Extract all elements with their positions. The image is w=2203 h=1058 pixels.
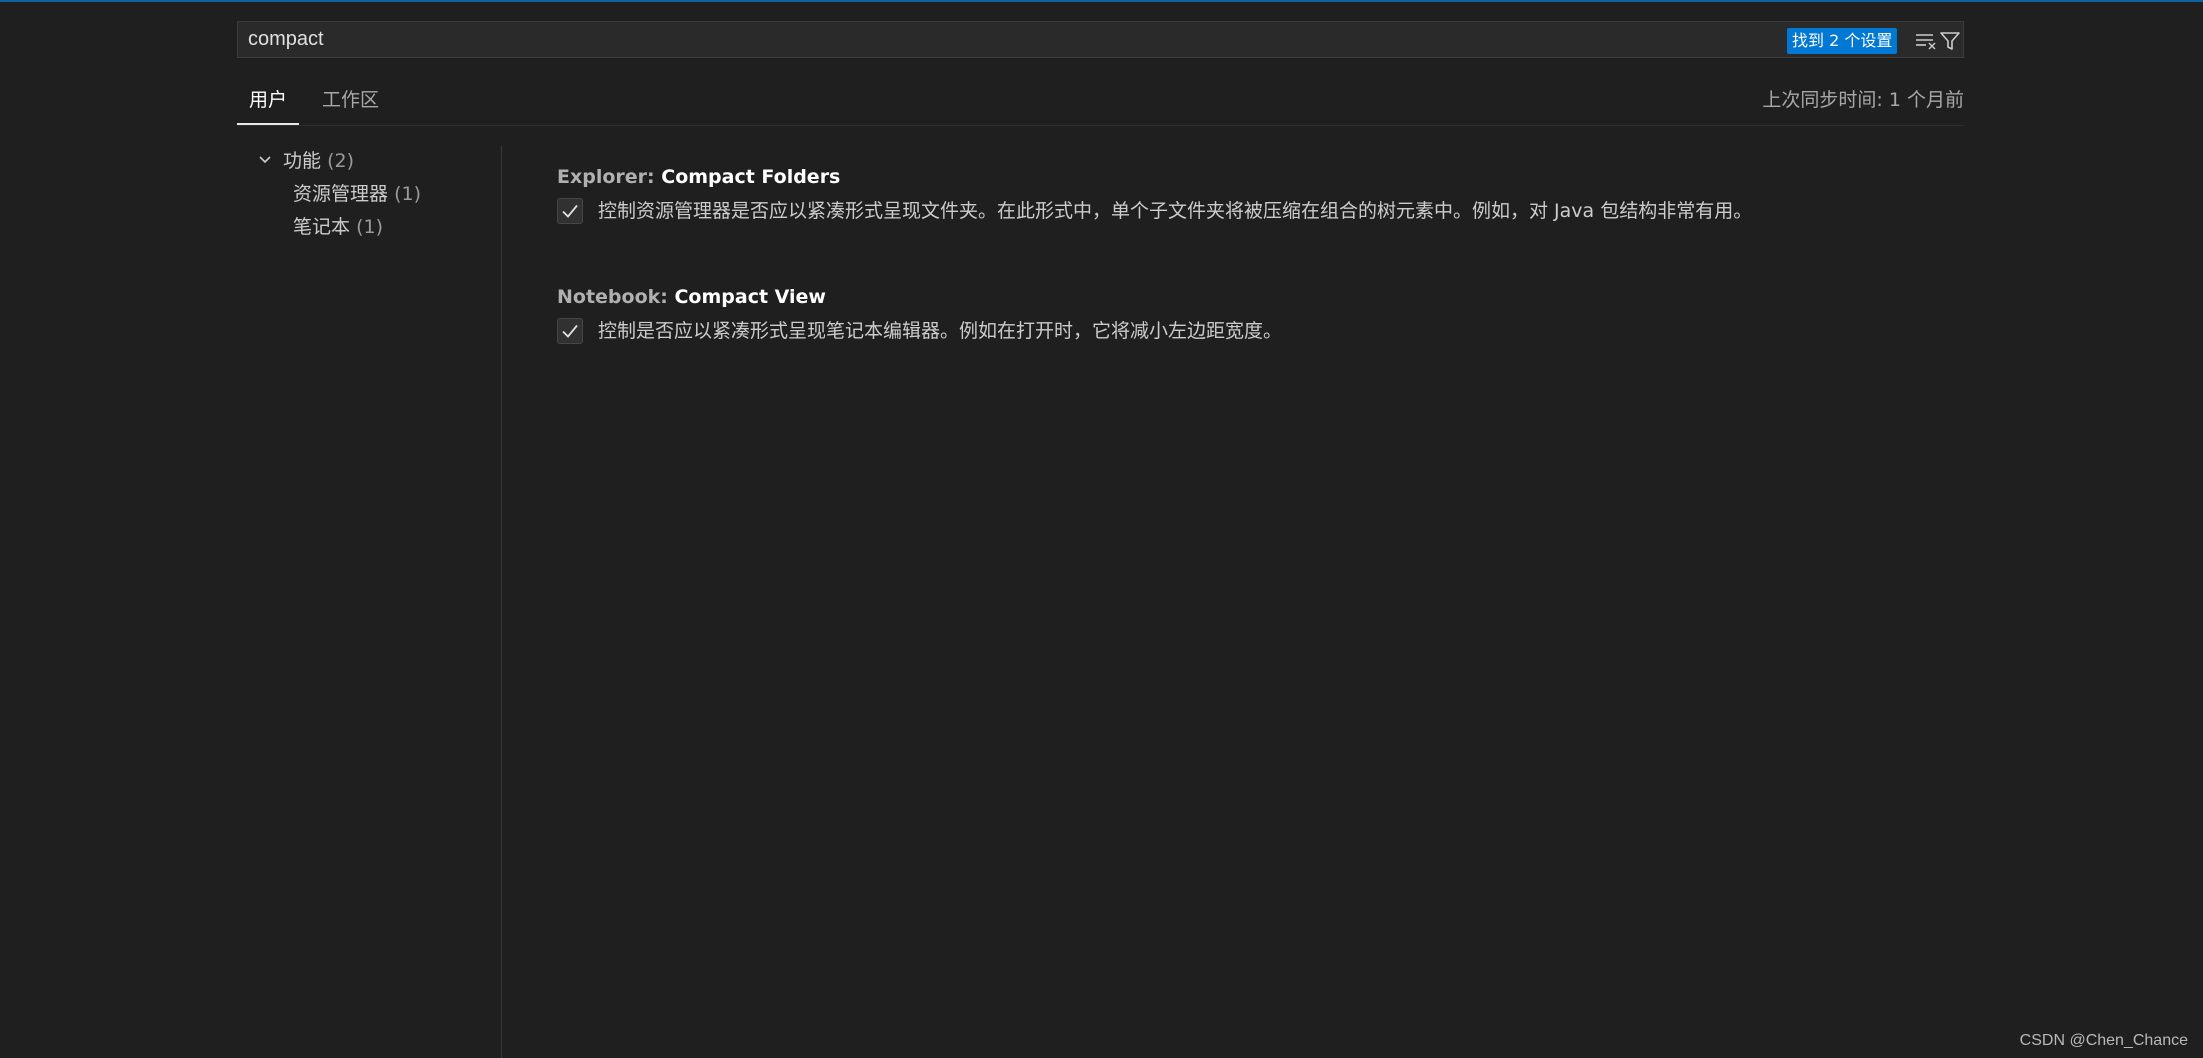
checkmark-icon	[562, 324, 578, 338]
toc-item-explorer[interactable]: 资源管理器 (1)	[293, 179, 421, 209]
setting-checkbox[interactable]	[557, 318, 583, 344]
toc-item-label: 笔记本	[293, 216, 351, 238]
filter-icon[interactable]	[1938, 29, 1962, 53]
watermark: CSDN @Chen_Chance	[2019, 1032, 2188, 1049]
toc-divider	[501, 146, 502, 1058]
setting-name: Compact Folders	[661, 166, 841, 188]
setting-category: Explorer:	[557, 166, 662, 188]
settings-search-input[interactable]	[248, 22, 1548, 57]
setting-description: 控制资源管理器是否应以紧凑形式呈现文件夹。在此形式中，单个子文件夹将被压缩在组合…	[598, 200, 1753, 222]
search-result-count-badge: 找到 2 个设置	[1787, 28, 1898, 54]
setting-category: Notebook:	[557, 286, 675, 308]
setting-description: 控制是否应以紧凑形式呈现笔记本编辑器。例如在打开时，它将减小左边距宽度。	[598, 320, 1283, 342]
window-top-border	[0, 0, 2203, 2]
setting-checkbox[interactable]	[557, 198, 583, 224]
settings-search-box[interactable]: 找到 2 个设置	[237, 21, 1964, 58]
chevron-down-icon[interactable]	[257, 147, 277, 177]
toc-item-label: 资源管理器	[293, 183, 389, 205]
toc-group-label: 功能	[283, 150, 322, 172]
tab-workspace[interactable]: 工作区	[310, 80, 391, 123]
setting-title: Notebook: Compact View	[557, 284, 826, 310]
last-sync-status: 上次同步时间: 1 个月前	[1762, 89, 1964, 111]
toc-group-count: (2)	[327, 150, 355, 172]
setting-title: Explorer: Compact Folders	[557, 164, 840, 190]
checkmark-icon	[562, 204, 578, 218]
toc-group-features[interactable]: 功能 (2)	[257, 146, 354, 176]
settings-scope-tabs: 用户 工作区 上次同步时间: 1 个月前	[237, 80, 1964, 126]
tab-user[interactable]: 用户	[237, 80, 300, 125]
toc-item-count: (1)	[356, 216, 383, 238]
clear-filter-icon[interactable]	[1914, 29, 1938, 53]
toc-item-count: (1)	[394, 183, 421, 205]
setting-name: Compact View	[674, 286, 826, 308]
toc-item-notebook[interactable]: 笔记本 (1)	[293, 212, 383, 242]
